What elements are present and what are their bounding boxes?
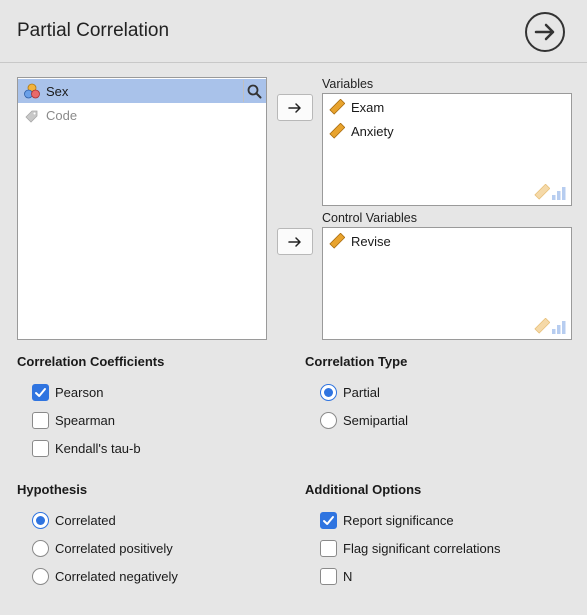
page-title: Partial Correlation xyxy=(17,20,170,41)
option-label: N xyxy=(343,568,353,584)
ruler-faded-icon xyxy=(534,318,550,334)
control-variables-list[interactable]: Revise xyxy=(322,227,572,340)
bar-chart-faded-icon xyxy=(552,321,566,334)
arrow-right-icon xyxy=(534,23,555,41)
ruler-faded-icon xyxy=(534,184,550,200)
arrow-right-icon xyxy=(288,236,301,247)
search-icon xyxy=(247,84,262,98)
source-item-label: Sex xyxy=(46,83,69,99)
option-label: Partial xyxy=(343,384,380,400)
control-variables-label: Control Variables xyxy=(322,211,417,225)
option-label: Correlated xyxy=(55,512,116,528)
source-variables-list[interactable]: Sex Code xyxy=(17,77,267,340)
variable-item-label: Exam xyxy=(351,99,385,115)
option-label: Report significance xyxy=(343,512,454,528)
option-label: Semipartial xyxy=(343,412,409,428)
radio-circle[interactable] xyxy=(32,567,49,585)
checkbox-box[interactable] xyxy=(32,383,49,401)
semipartial-radio[interactable]: Semipartial xyxy=(320,410,408,430)
search-button[interactable] xyxy=(243,80,265,102)
option-label: Correlated positively xyxy=(55,540,173,556)
checkmark-icon xyxy=(35,387,46,397)
ruler-icon xyxy=(329,233,345,249)
checkbox-box[interactable] xyxy=(320,539,337,557)
bar-chart-faded-icon xyxy=(552,187,566,200)
correlation-coefficients-heading: Correlation Coefficients xyxy=(17,354,165,369)
allowed-types-hint xyxy=(534,184,566,200)
correlated-negatively-radio[interactable]: Correlated negatively xyxy=(32,566,178,586)
source-item-sex[interactable]: Sex xyxy=(18,79,266,103)
move-to-variables-button[interactable] xyxy=(277,94,313,121)
option-label: Pearson xyxy=(55,384,104,400)
additional-options-heading: Additional Options xyxy=(305,482,422,497)
checkbox-box[interactable] xyxy=(320,567,337,585)
partial-radio[interactable]: Partial xyxy=(320,382,380,402)
option-label: Flag significant correlations xyxy=(343,540,501,556)
ruler-icon xyxy=(329,99,345,115)
correlation-type-heading: Correlation Type xyxy=(305,354,408,369)
nominal-variable-icon xyxy=(24,83,40,99)
variables-list[interactable]: Exam Anxiety xyxy=(322,93,572,206)
variable-item-anxiety[interactable]: Anxiety xyxy=(323,119,571,143)
radio-circle[interactable] xyxy=(32,511,49,529)
checkbox-box[interactable] xyxy=(32,411,49,429)
kendall-checkbox[interactable]: Kendall's tau-b xyxy=(32,438,141,458)
correlated-radio[interactable]: Correlated xyxy=(32,510,116,530)
run-arrow-button[interactable] xyxy=(525,12,565,52)
option-label: Kendall's tau-b xyxy=(55,440,141,456)
spearman-checkbox[interactable]: Spearman xyxy=(32,410,115,430)
checkbox-box[interactable] xyxy=(32,439,49,457)
correlated-positively-radio[interactable]: Correlated positively xyxy=(32,538,173,558)
move-to-control-button[interactable] xyxy=(277,228,313,255)
source-item-label: Code xyxy=(46,107,78,123)
variable-item-label: Anxiety xyxy=(351,123,394,139)
control-item-revise[interactable]: Revise xyxy=(323,229,571,253)
source-item-code[interactable]: Code xyxy=(18,103,266,127)
checkmark-icon xyxy=(323,515,334,525)
pearson-checkbox[interactable]: Pearson xyxy=(32,382,103,402)
variable-item-exam[interactable]: Exam xyxy=(323,95,571,119)
ruler-icon xyxy=(329,123,345,139)
arrow-right-icon xyxy=(288,102,301,113)
option-label: Correlated negatively xyxy=(55,568,178,584)
variables-label: Variables xyxy=(322,77,374,91)
id-variable-icon xyxy=(25,110,38,123)
report-significance-checkbox[interactable]: Report significance xyxy=(320,510,454,530)
radio-circle[interactable] xyxy=(32,539,49,557)
header-divider xyxy=(0,62,587,63)
control-item-label: Revise xyxy=(351,233,391,249)
allowed-types-hint xyxy=(534,318,566,334)
checkbox-box[interactable] xyxy=(320,511,337,529)
radio-circle[interactable] xyxy=(320,383,337,401)
radio-circle[interactable] xyxy=(320,411,337,429)
hypothesis-heading: Hypothesis xyxy=(17,482,88,497)
option-label: Spearman xyxy=(55,412,115,428)
n-checkbox[interactable]: N xyxy=(320,566,352,586)
flag-significant-checkbox[interactable]: Flag significant correlations xyxy=(320,538,501,558)
